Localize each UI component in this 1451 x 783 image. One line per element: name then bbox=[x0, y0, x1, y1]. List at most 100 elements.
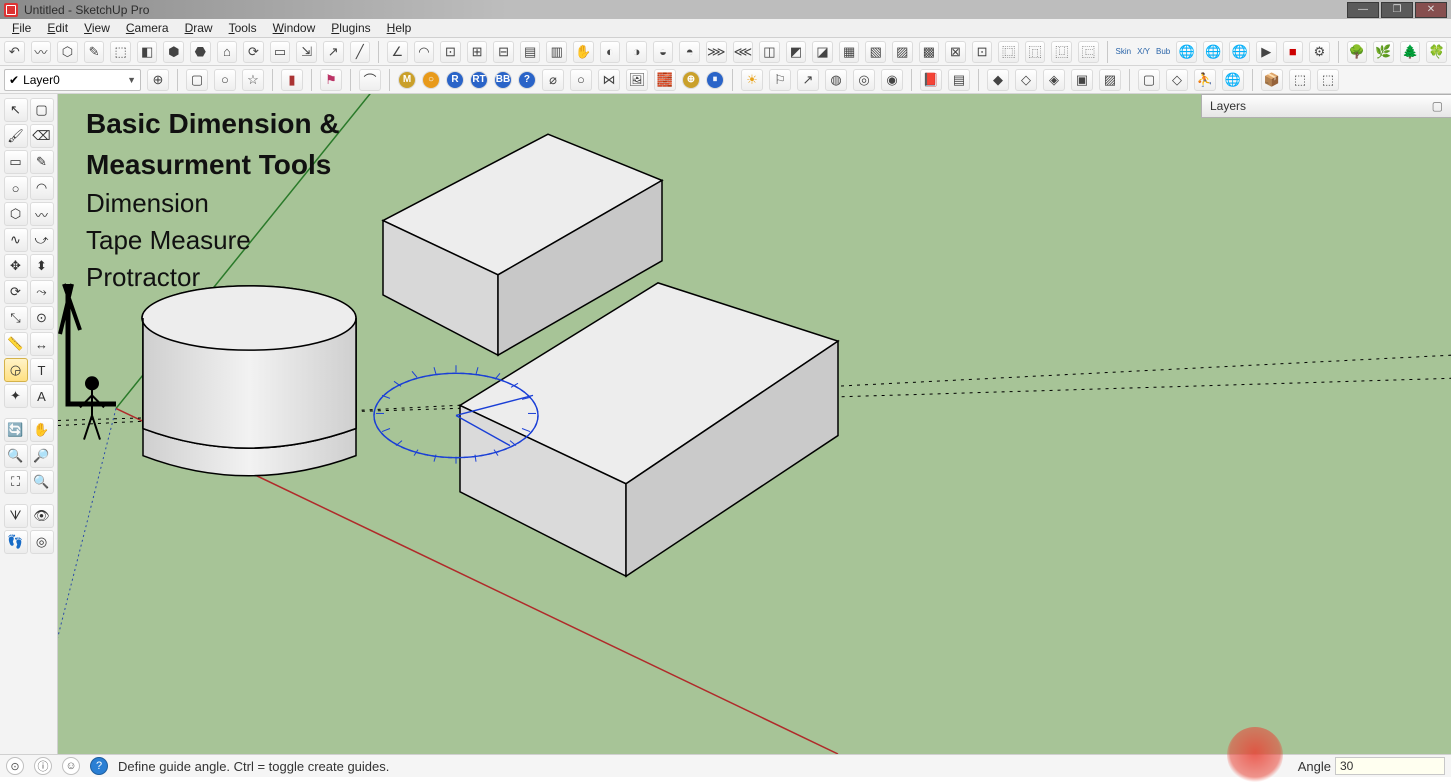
menu-tools[interactable]: Tools bbox=[223, 19, 263, 37]
layer-name-input[interactable] bbox=[23, 73, 123, 87]
tool-icon[interactable]: ✋ bbox=[573, 41, 594, 63]
move-tool[interactable]: ✥ bbox=[4, 254, 28, 278]
tool-icon[interactable]: ⿷ bbox=[1078, 41, 1099, 63]
layer-selector[interactable]: ✔ ▼ bbox=[4, 69, 141, 91]
protractor-tool[interactable]: ◶ bbox=[4, 358, 28, 382]
tool-icon[interactable]: ◧ bbox=[137, 41, 158, 63]
menu-file[interactable]: File bbox=[6, 19, 37, 37]
pan-tool[interactable]: ✋ bbox=[30, 418, 54, 442]
status-info-icon[interactable]: ⊙ bbox=[6, 757, 24, 775]
tool-icon[interactable]: ⿶ bbox=[1051, 41, 1072, 63]
orb-q-icon[interactable]: ? bbox=[518, 71, 536, 89]
arc2-tool[interactable]: ⤻ bbox=[30, 228, 54, 252]
menu-plugins[interactable]: Plugins bbox=[325, 19, 376, 37]
tool-icon[interactable]: ⋘ bbox=[733, 41, 754, 63]
tool-icon[interactable]: ◉ bbox=[881, 69, 903, 91]
scale-tool[interactable]: ⤡ bbox=[4, 306, 28, 330]
tool-icon[interactable]: ⌀ bbox=[542, 69, 564, 91]
layers-panel[interactable]: Layers ▢ bbox=[1201, 94, 1451, 118]
box-icon[interactable]: ⬚ bbox=[1317, 69, 1339, 91]
tree-icon[interactable]: 🌳 bbox=[1347, 41, 1368, 63]
tool-icon[interactable]: ⿵ bbox=[1025, 41, 1046, 63]
tool-icon[interactable]: ⇲ bbox=[296, 41, 317, 63]
viewport[interactable]: Basic Dimension & Measurment Tools Dimen… bbox=[58, 94, 1451, 754]
tool-icon[interactable]: ▧ bbox=[865, 41, 886, 63]
tool-icon[interactable]: ⿴ bbox=[998, 41, 1019, 63]
tool-icon[interactable]: 🌐 bbox=[1203, 41, 1224, 63]
tool-icon[interactable]: ▢ bbox=[186, 69, 208, 91]
zoom-ext-tool[interactable]: 🔎 bbox=[30, 444, 54, 468]
sun-icon[interactable]: ☀ bbox=[741, 69, 763, 91]
orb-o-icon[interactable]: ○ bbox=[422, 71, 440, 89]
panel-close-icon[interactable]: ▢ bbox=[1432, 99, 1443, 113]
globe-icon[interactable]: 🌐 bbox=[1222, 69, 1244, 91]
orb-rt-icon[interactable]: RT bbox=[470, 71, 488, 89]
arc-tool[interactable]: ◠ bbox=[30, 176, 54, 200]
orb-bb-icon[interactable]: BB bbox=[494, 71, 512, 89]
maximize-button[interactable]: ❐ bbox=[1381, 2, 1413, 18]
tool-icon[interactable]: ↶ bbox=[4, 41, 25, 63]
offset-tool[interactable]: ⊙ bbox=[30, 306, 54, 330]
tool-icon[interactable]: ╱ bbox=[350, 41, 371, 63]
menu-window[interactable]: Window bbox=[267, 19, 322, 37]
tool-icon[interactable]: ⊞ bbox=[467, 41, 488, 63]
tool-icon[interactable]: ○ bbox=[570, 69, 592, 91]
select-tool[interactable]: ↖ bbox=[4, 98, 28, 122]
orb-m-icon[interactable]: M bbox=[398, 71, 416, 89]
rotate-tool[interactable]: ⟳ bbox=[4, 280, 28, 304]
grass-icon[interactable]: 🌿 bbox=[1373, 41, 1394, 63]
polygon-tool[interactable]: ⬡ bbox=[4, 202, 28, 226]
tool-icon[interactable]: ◈ bbox=[1043, 69, 1065, 91]
orb-icon[interactable]: ⊕ bbox=[682, 71, 700, 89]
walk-tool[interactable]: 👣 bbox=[4, 530, 28, 554]
eraser-tool[interactable]: ⌫ bbox=[30, 124, 54, 148]
menu-edit[interactable]: Edit bbox=[41, 19, 74, 37]
box-icon[interactable]: ⬚ bbox=[1289, 69, 1311, 91]
menu-help[interactable]: Help bbox=[381, 19, 418, 37]
bush-icon[interactable]: 🍀 bbox=[1426, 41, 1447, 63]
tool-icon[interactable]: ⬚ bbox=[110, 41, 131, 63]
paint-tool[interactable]: 🖌 bbox=[4, 124, 28, 148]
orb-pause-icon[interactable]: ⏸ bbox=[706, 71, 724, 89]
follow-tool[interactable]: ⤳ bbox=[30, 280, 54, 304]
status-info-icon[interactable]: ⓘ bbox=[34, 757, 52, 775]
tool-icon[interactable]: ⟳ bbox=[243, 41, 264, 63]
tool-icon[interactable]: ▦ bbox=[839, 41, 860, 63]
tool-icon[interactable]: ▣ bbox=[1071, 69, 1093, 91]
axes-tool[interactable]: ✦ bbox=[4, 384, 28, 408]
tool-icon[interactable]: ▥ bbox=[546, 41, 567, 63]
pushpull-tool[interactable]: ⬍ bbox=[30, 254, 54, 278]
tool-icon[interactable]: ▩ bbox=[919, 41, 940, 63]
tool-icon[interactable]: ▢ bbox=[1138, 69, 1160, 91]
tool-icon[interactable]: ◍ bbox=[825, 69, 847, 91]
tool-icon[interactable]: ☆ bbox=[242, 69, 264, 91]
tool-icon[interactable]: ⚑ bbox=[320, 69, 342, 91]
prev-view-tool[interactable]: 🔍 bbox=[30, 470, 54, 494]
tool-icon[interactable]: ◇ bbox=[1015, 69, 1037, 91]
tool-icon[interactable]: ⊟ bbox=[493, 41, 514, 63]
tool-icon[interactable]: ⋈ bbox=[598, 69, 620, 91]
status-help-icon[interactable]: ? bbox=[90, 757, 108, 775]
tool-icon[interactable]: ▮ bbox=[281, 69, 303, 91]
text-tool[interactable]: T bbox=[30, 358, 54, 382]
tool-icon[interactable]: 🧱 bbox=[654, 69, 676, 91]
tool-icon[interactable]: ◐ bbox=[600, 41, 621, 63]
tool-icon[interactable]: ⚙ bbox=[1309, 41, 1330, 63]
tool-icon[interactable]: ○ bbox=[214, 69, 236, 91]
status-user-icon[interactable]: ☺ bbox=[62, 757, 80, 775]
tool-icon[interactable]: 🌐 bbox=[1176, 41, 1197, 63]
tool-icon[interactable]: ▤ bbox=[948, 69, 970, 91]
curve-tool[interactable]: ∿ bbox=[4, 228, 28, 252]
tool-icon[interactable]: ⌒ bbox=[359, 69, 381, 91]
position-cam-tool[interactable]: ᗐ bbox=[4, 504, 28, 528]
tool-icon[interactable]: ▨ bbox=[892, 41, 913, 63]
tool-icon[interactable]: ↗ bbox=[323, 41, 344, 63]
zoom-tool[interactable]: 🔍 bbox=[4, 444, 28, 468]
tool-icon[interactable]: ⊕ bbox=[147, 69, 169, 91]
tool-icon[interactable]: ▶ bbox=[1256, 41, 1277, 63]
orbit-tool[interactable]: 🔄 bbox=[4, 418, 28, 442]
tool-icon[interactable]: 🖼 bbox=[626, 69, 648, 91]
tool-icon[interactable]: ∠ bbox=[387, 41, 408, 63]
zoom-win-tool[interactable]: ⛶ bbox=[4, 470, 28, 494]
tool-icon[interactable]: ◫ bbox=[759, 41, 780, 63]
